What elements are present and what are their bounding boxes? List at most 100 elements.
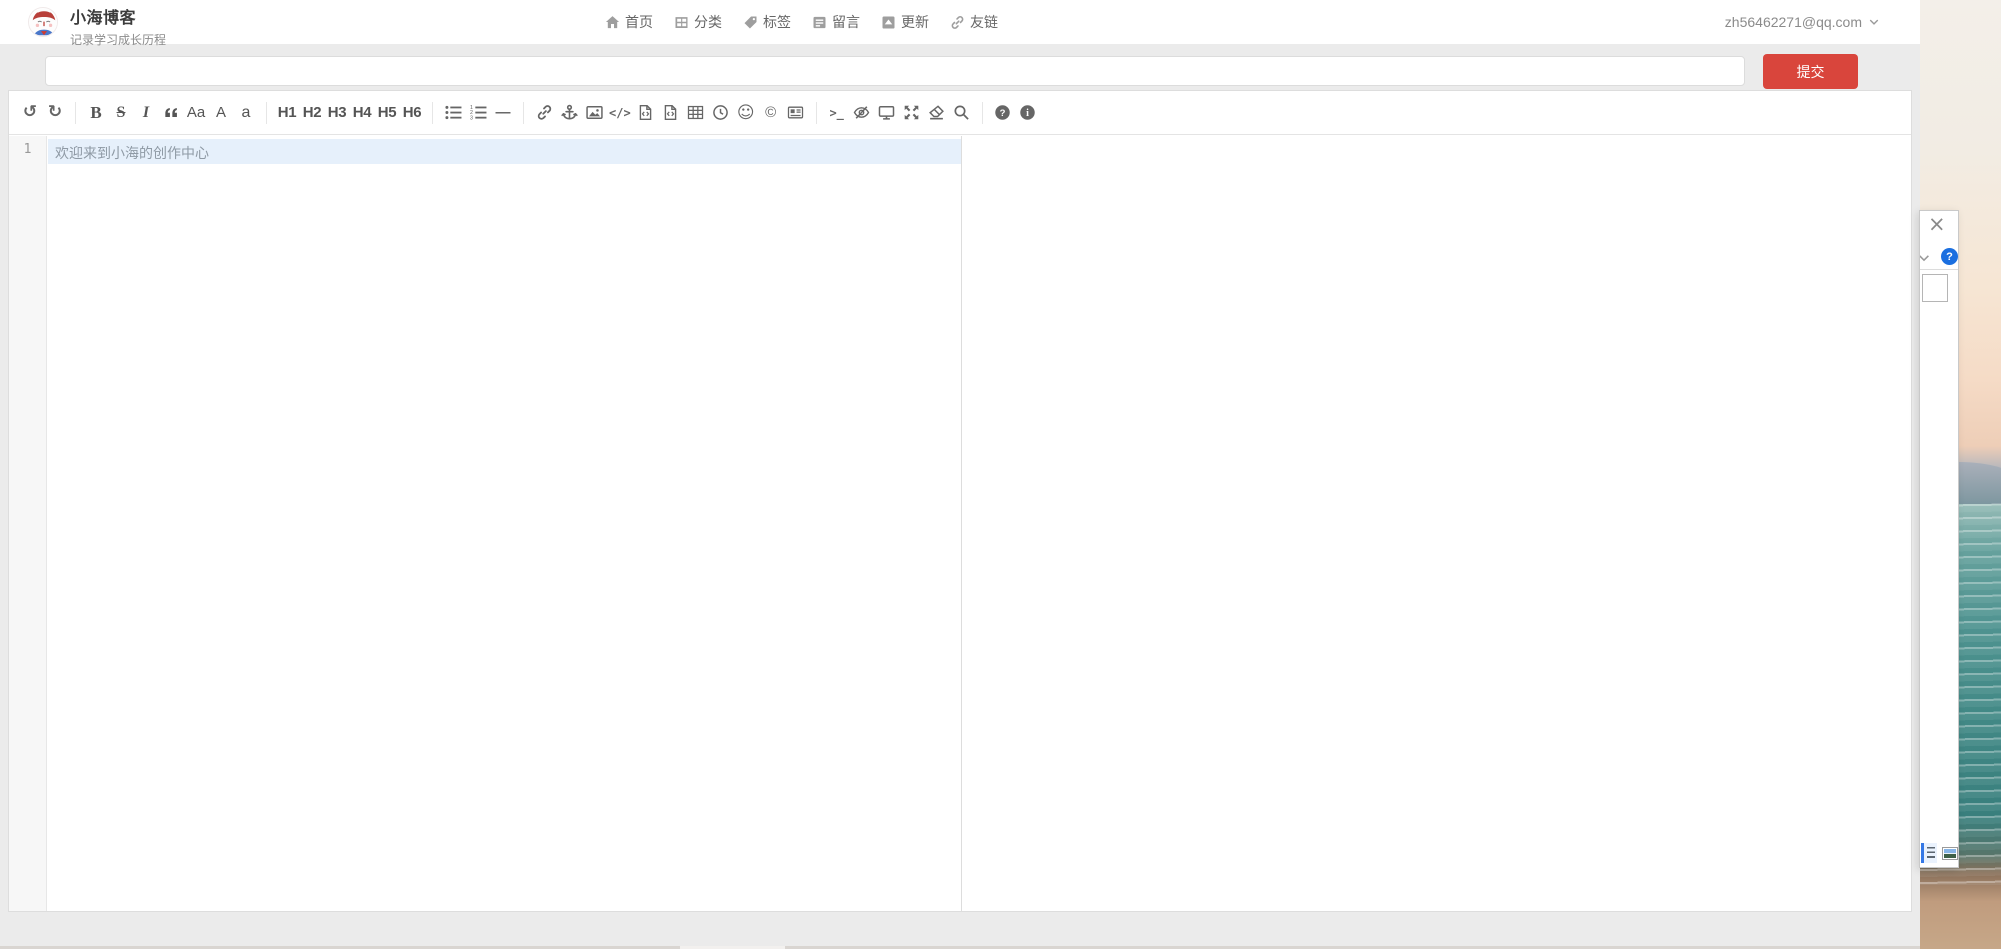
- toolbar-h2-button[interactable]: H2: [300, 99, 324, 127]
- toolbar-separator: [816, 102, 817, 124]
- toolbar-preformatted-text-button[interactable]: [634, 99, 658, 127]
- comment-icon: [812, 15, 827, 30]
- toolbar-undo-button[interactable]: ↺: [18, 99, 42, 127]
- toolbar-emoji-button[interactable]: ☺: [734, 99, 758, 127]
- nav-item-home[interactable]: 首页: [605, 12, 653, 32]
- nav-item-updates[interactable]: 更新: [881, 12, 929, 32]
- search-icon: [953, 104, 970, 121]
- toolbar-h6-button[interactable]: H6: [400, 99, 424, 127]
- line-number: 1: [9, 136, 46, 157]
- h1-icon: H1: [278, 104, 297, 121]
- help-icon: ?: [994, 104, 1011, 121]
- help-badge-icon[interactable]: ?: [1941, 248, 1958, 265]
- toolbar-datetime-button[interactable]: [709, 99, 733, 127]
- floating-side-panel: × ?: [1919, 210, 1959, 868]
- nav-label: 分类: [694, 12, 722, 32]
- italic-icon: I: [143, 104, 149, 122]
- toolbar-search-button[interactable]: [950, 99, 974, 127]
- toolbar-code-button[interactable]: </>: [607, 99, 633, 127]
- lowercase-icon: a: [242, 104, 251, 122]
- uppercase-icon: A: [216, 104, 226, 121]
- toolbar-h1-button[interactable]: H1: [275, 99, 299, 127]
- toolbar-separator: [75, 102, 76, 124]
- pagebreak-icon: [787, 104, 804, 121]
- nav-item-categories[interactable]: 分类: [674, 12, 722, 32]
- site-logo-avatar[interactable]: [28, 7, 58, 37]
- image-icon: [586, 104, 603, 121]
- nav-label: 友链: [970, 12, 998, 32]
- toolbar-hr-button[interactable]: —: [491, 99, 515, 127]
- user-email: zh56462271@qq.com: [1725, 14, 1862, 30]
- reference-link-icon: [561, 104, 578, 121]
- close-icon[interactable]: ×: [1928, 214, 1946, 235]
- toolbar-h3-button[interactable]: H3: [325, 99, 349, 127]
- submit-button[interactable]: 提交: [1763, 54, 1858, 89]
- nav-item-friend-links[interactable]: 友链: [950, 12, 998, 32]
- quote-icon: [163, 104, 180, 121]
- redo-icon: ↻: [48, 104, 62, 121]
- user-account-menu[interactable]: zh56462271@qq.com: [1725, 0, 1880, 44]
- friend-link-icon: [950, 15, 965, 30]
- nav-label: 更新: [901, 12, 929, 32]
- nav-item-messages[interactable]: 留言: [812, 12, 860, 32]
- toolbar-table-button[interactable]: [684, 99, 708, 127]
- toolbar-bold-button[interactable]: B: [84, 99, 108, 127]
- svg-text:?: ?: [1000, 108, 1006, 119]
- toolbar-clear-button[interactable]: [925, 99, 949, 127]
- toolbar-h5-button[interactable]: H5: [375, 99, 399, 127]
- main-nav: 首页 分类 标签 留言 更新 友链: [605, 0, 998, 44]
- update-icon: [881, 15, 896, 30]
- toolbar-list-ul-button[interactable]: [441, 99, 465, 127]
- h4-icon: H4: [353, 104, 372, 121]
- toolbar-link-button[interactable]: [532, 99, 556, 127]
- nav-label: 标签: [763, 12, 791, 32]
- toolbar-help-button[interactable]: ?: [991, 99, 1015, 127]
- toolbar-pagebreak-button[interactable]: [784, 99, 808, 127]
- list-view-icon[interactable]: [1921, 843, 1937, 863]
- markdown-preview-pane[interactable]: [962, 136, 1911, 911]
- markdown-editor: ↺ ↻ BSI Aa Aa H1H2H3H4H5H6 123— </> ☺ © >_? i 1 欢迎来…: [8, 90, 1912, 912]
- category-icon: [674, 15, 689, 30]
- toolbar-image-button[interactable]: [582, 99, 606, 127]
- undo-icon: ↺: [23, 104, 37, 121]
- post-title-input[interactable]: [45, 56, 1745, 86]
- editor-toolbar: ↺ ↻ BSI Aa Aa H1H2H3H4H5H6 123— </> ☺ © >_? i: [9, 91, 1911, 135]
- toolbar-uppercase-button[interactable]: A: [209, 99, 233, 127]
- toolbar-lowercase-button[interactable]: a: [234, 99, 258, 127]
- bold-icon: B: [90, 103, 101, 123]
- nav-item-tags[interactable]: 标签: [743, 12, 791, 32]
- toolbar-watch-button[interactable]: [850, 99, 874, 127]
- toolbar-html-entities-button[interactable]: ©: [759, 99, 783, 127]
- toolbar-list-ol-button[interactable]: 123: [466, 99, 490, 127]
- del-icon: S: [117, 104, 126, 122]
- info-icon: i: [1019, 104, 1036, 121]
- image-view-icon[interactable]: [1942, 847, 1958, 860]
- panel-input-field[interactable]: [1922, 274, 1948, 302]
- code-block-icon: [662, 104, 679, 121]
- toolbar-code-block-button[interactable]: [659, 99, 683, 127]
- html-entities-icon: ©: [765, 104, 776, 121]
- site-header: 小海博客 记录学习成长历程 首页分类标签留言更新友链 zh56462271@qq…: [0, 0, 1920, 44]
- toolbar-info-button[interactable]: i: [1016, 99, 1040, 127]
- chevron-down-icon[interactable]: [1919, 251, 1931, 265]
- toolbar-quote-button[interactable]: [159, 99, 183, 127]
- toolbar-h4-button[interactable]: H4: [350, 99, 374, 127]
- datetime-icon: [712, 104, 729, 121]
- toolbar-del-button[interactable]: S: [109, 99, 133, 127]
- toolbar-reference-link-button[interactable]: [557, 99, 581, 127]
- toolbar-goto-line-button[interactable]: >_: [825, 99, 849, 127]
- editor-body: 1 欢迎来到小海的创作中心: [9, 136, 1911, 911]
- toolbar-preview-button[interactable]: [875, 99, 899, 127]
- clear-icon: [928, 104, 945, 121]
- watch-icon: [853, 104, 870, 121]
- toolbar-ucwords-button[interactable]: Aa: [184, 99, 208, 127]
- link-icon: [536, 104, 553, 121]
- blog-editor-page: 小海博客 记录学习成长历程 首页分类标签留言更新友链 zh56462271@qq…: [0, 0, 1920, 949]
- table-icon: [687, 104, 704, 121]
- toolbar-italic-button[interactable]: I: [134, 99, 158, 127]
- cartoon-avatar-logo: [29, 8, 58, 37]
- markdown-source-pane[interactable]: [48, 136, 961, 911]
- nav-label: 留言: [832, 12, 860, 32]
- toolbar-fullscreen-button[interactable]: [900, 99, 924, 127]
- toolbar-redo-button[interactable]: ↻: [43, 99, 67, 127]
